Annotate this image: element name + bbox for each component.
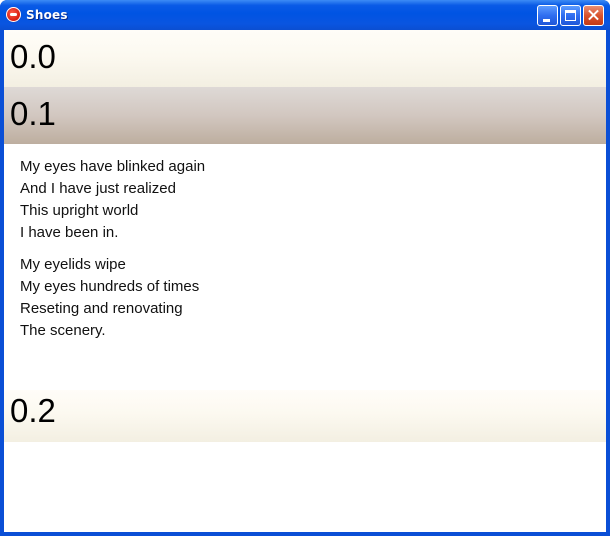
heading-band-0: 0.0: [4, 30, 606, 87]
maximize-icon: [565, 10, 576, 21]
poem-line: This upright world: [20, 202, 139, 219]
window-content: 0.0 0.1 My eyes have blinked again And I…: [4, 30, 606, 532]
heading-band-2: 0.2: [4, 390, 606, 442]
maximize-button[interactable]: [560, 5, 581, 26]
poem-line: I have been in.: [20, 224, 119, 241]
shoes-window: Shoes 0.0 0.1 My eyes have blinked again…: [0, 0, 610, 536]
poem-stanza-1: My eyes have blinked again And I have ju…: [20, 156, 606, 244]
window-title: Shoes: [26, 8, 68, 22]
heading-label-0: 0.0: [10, 38, 56, 75]
poem-stanza-2: My eyelids wipe My eyes hundreds of time…: [20, 254, 606, 342]
minimize-icon: [543, 19, 550, 22]
minimize-button[interactable]: [537, 5, 558, 26]
close-button[interactable]: [583, 5, 604, 26]
poem-line: My eyelids wipe: [20, 256, 126, 273]
heading-band-1: 0.1: [4, 87, 606, 144]
close-icon: [584, 6, 603, 25]
heading-label-1: 0.1: [10, 95, 56, 132]
poem-line: And I have just realized: [20, 180, 176, 197]
shoes-app-icon[interactable]: [6, 7, 21, 22]
heading-label-2: 0.2: [10, 392, 56, 429]
poem-line: Reseting and renovating: [20, 300, 183, 317]
title-bar[interactable]: Shoes: [0, 0, 610, 30]
poem-text: My eyes have blinked again And I have ju…: [4, 144, 606, 339]
poem-line: My eyes have blinked again: [20, 158, 206, 175]
poem-line: My eyes hundreds of times: [20, 278, 200, 295]
